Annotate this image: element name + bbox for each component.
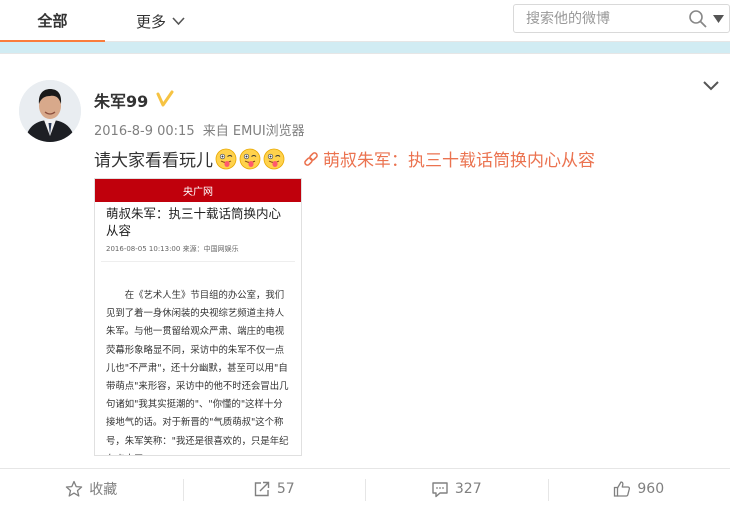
weibo-post-card: 朱军99 2016-8-9 00:15 来自 EMUI浏览器 请大家看看玩儿 [0,53,730,507]
caret-down-icon[interactable] [713,14,724,24]
share-icon [253,480,271,498]
post-source: 来自 EMUI浏览器 [203,124,305,139]
search-input[interactable] [526,5,686,32]
preview-body: 在《艺术人生》节目组的办公室，我们见到了着一身休闲装的央视综艺频道主持人朱军。与… [95,262,301,456]
star-icon [65,480,83,498]
tongue-wink-emoji [239,148,261,170]
post-link-text: 萌叔朱军：执三十载话筒换内心从容 [323,146,595,171]
post-text-content: 请大家看看玩儿 [94,146,213,171]
top-nav: 全部 更多 [0,0,730,42]
tab-all[interactable]: 全部 [0,0,105,42]
post-link[interactable]: 萌叔朱军：执三十载话筒换内心从容 [303,146,595,171]
post-actions: 收藏 57 327 960 [0,468,730,508]
preview-meta: 2016-08-05 10:13:00 来源：中国网娱乐 [95,239,301,254]
preview-title: 萌叔朱军：执三十载话筒换内心从容 [95,202,301,239]
like-button[interactable]: 960 [548,469,730,508]
tab-more-label: 更多 [136,11,166,32]
favorite-label: 收藏 [89,479,117,499]
post-meta: 2016-8-9 00:15 来自 EMUI浏览器 [94,120,309,139]
tongue-wink-emoji [263,148,285,170]
tab-more[interactable]: 更多 [136,0,185,42]
article-preview[interactable]: 央广网 萌叔朱军：执三十载话筒换内心从容 2016-08-05 10:13:00… [94,178,302,456]
chevron-down-icon [172,16,185,26]
comment-button[interactable]: 327 [365,469,548,508]
repost-count: 57 [277,481,295,497]
link-icon [303,151,319,167]
tongue-wink-emoji [215,148,237,170]
chevron-down-icon[interactable] [702,80,720,92]
verified-badge-icon [156,90,174,108]
divider-stripe [0,42,730,53]
preview-site-name: 央广网 [95,179,301,202]
comment-icon [431,480,449,498]
favorite-button[interactable]: 收藏 [0,469,183,508]
search-icon[interactable] [688,9,708,29]
post-date[interactable]: 2016-8-9 00:15 [94,124,195,139]
repost-button[interactable]: 57 [183,469,366,508]
search-box [513,4,730,33]
comment-count: 327 [455,481,482,497]
thumbs-up-icon [613,480,631,498]
avatar[interactable] [19,80,81,142]
like-count: 960 [637,481,664,497]
post-text: 请大家看看玩儿 [94,146,285,171]
username[interactable]: 朱军99 [94,88,148,112]
